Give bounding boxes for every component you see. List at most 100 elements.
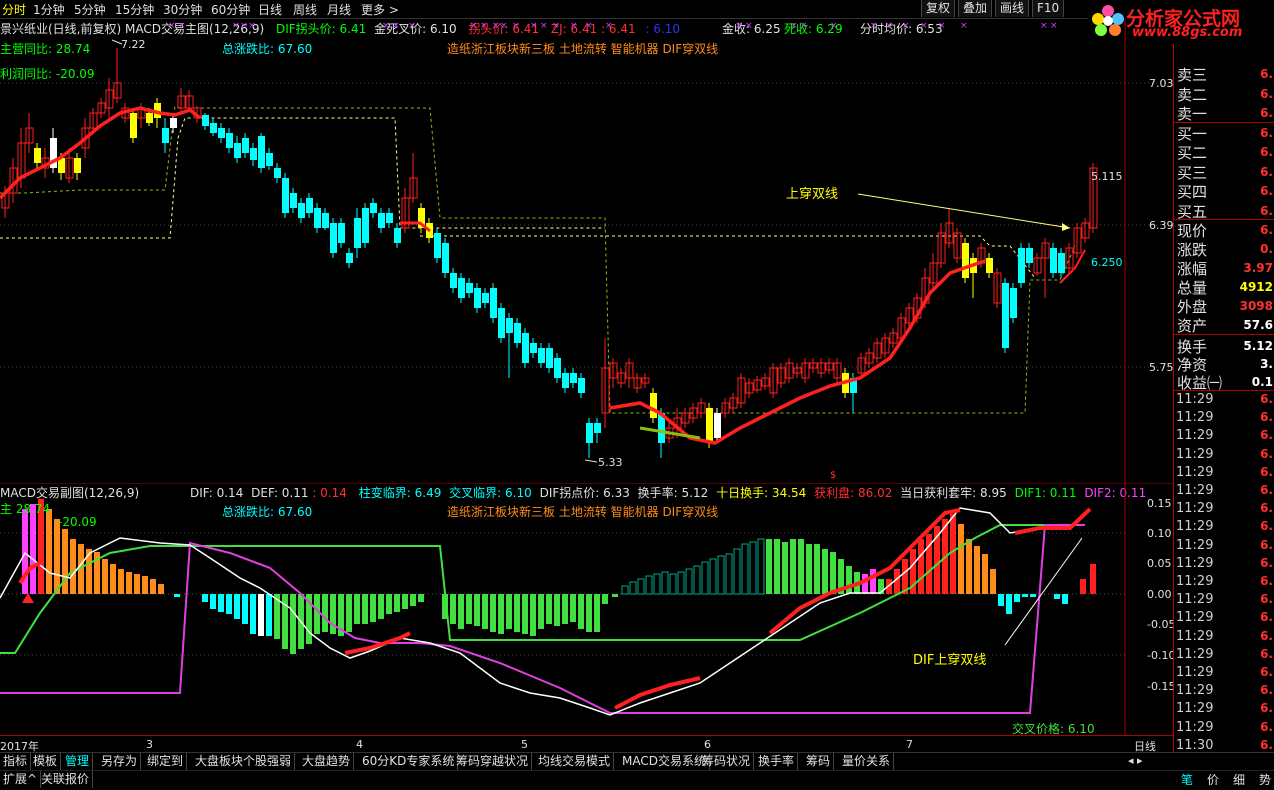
tick-time: 11:29 xyxy=(1176,446,1214,462)
macd-bar xyxy=(998,594,1004,606)
x-tick: 4 xyxy=(356,738,363,751)
tab-daily[interactable]: 日线 xyxy=(258,1,282,18)
candle-body xyxy=(706,408,713,443)
order-book-label: 买四 xyxy=(1177,183,1208,201)
candle-body xyxy=(442,243,449,273)
indicator-tab[interactable]: 大盘板块个股强弱 xyxy=(192,753,296,770)
macd-chart[interactable]: 0.150.100.050.00-0.05-0.10-0.15 主 28.74 … xyxy=(0,483,1173,735)
signal-marker-icon: × xyxy=(570,21,578,31)
macd-bar xyxy=(46,509,52,594)
candle-body xyxy=(458,278,465,298)
candle-body xyxy=(74,158,81,173)
order-book-label: 卖三 xyxy=(1177,66,1208,84)
indicator-tab[interactable]: MACD交易系统 xyxy=(619,753,710,770)
macd-bar xyxy=(330,594,336,634)
quote-row: 资产 57.6 xyxy=(1176,315,1274,335)
indicator-tab[interactable]: 换手率 xyxy=(755,753,799,770)
expand-button[interactable]: 扩展^ xyxy=(0,771,42,788)
candle-body xyxy=(370,203,377,213)
tab-weekly[interactable]: 周线 xyxy=(293,1,317,18)
tab-timeshare[interactable]: 分时 xyxy=(2,1,26,18)
order-book-value: 6. xyxy=(1260,106,1273,120)
order-book-row[interactable]: 卖一 6. xyxy=(1176,103,1274,123)
tick-price: 6. xyxy=(1260,610,1273,625)
quote-panel-tab[interactable]: 细 xyxy=(1233,771,1245,788)
macd-bar xyxy=(846,566,852,594)
tab-more[interactable]: 更多 > xyxy=(361,1,399,18)
macd-bar xyxy=(458,594,464,629)
order-book-row[interactable]: 买一 6. xyxy=(1176,123,1274,143)
order-book-row[interactable]: 卖二 6. xyxy=(1176,84,1274,104)
indicator-tab[interactable]: 筹码穿越状况 xyxy=(453,753,533,770)
quote-panel-tab[interactable]: 笔 xyxy=(1181,771,1193,788)
macd-bar xyxy=(546,594,552,624)
order-book-row[interactable]: 买二 6. xyxy=(1176,142,1274,162)
macd-bar xyxy=(594,594,600,632)
indicator-tab[interactable]: 指标 xyxy=(0,753,32,770)
tick-time: 11:29 xyxy=(1176,610,1214,626)
f10-button[interactable]: F10 xyxy=(1032,0,1065,17)
linked-quote-button[interactable]: 关联报价 xyxy=(38,771,94,788)
candle-body xyxy=(258,136,265,168)
tab-1min[interactable]: 1分钟 xyxy=(33,1,65,18)
order-book-row[interactable]: 买五 6. xyxy=(1176,201,1274,221)
order-book-value: 6. xyxy=(1260,145,1273,159)
tab-5min[interactable]: 5分钟 xyxy=(74,1,106,18)
indicator-tab[interactable]: 量价关系 xyxy=(839,753,895,770)
tab-15min[interactable]: 15分钟 xyxy=(115,1,154,18)
macd-bar xyxy=(757,538,765,595)
candles-group xyxy=(1,48,1098,458)
tick-price: 6. xyxy=(1260,519,1273,534)
macd-bar xyxy=(982,554,988,594)
macd-y-tick: 0.00 xyxy=(1147,588,1172,601)
macd-bar xyxy=(150,579,156,594)
order-book-value: 6. xyxy=(1260,125,1273,140)
candle-body xyxy=(250,148,257,160)
indicator-tab[interactable]: 筹码 xyxy=(803,753,835,770)
overlay-button[interactable]: 叠加 xyxy=(958,0,993,17)
tick-time: 11:29 xyxy=(1176,410,1214,426)
macd-bar xyxy=(974,546,980,594)
quote-value: 57.6 xyxy=(1243,318,1273,332)
quote-panel-tab[interactable]: 势 xyxy=(1259,771,1271,788)
signal-marker-icon: × xyxy=(745,21,753,31)
dif-red-overlay xyxy=(1014,507,1092,535)
indicator-tab[interactable]: 模板 xyxy=(30,753,62,770)
top-markers: × × × × × × × × × × × × × × × × × × × × × × × × × × × × × × × × xyxy=(168,21,1058,31)
candle-body xyxy=(466,283,473,293)
order-book-row[interactable]: 买四 6. xyxy=(1176,181,1274,201)
macd-bar xyxy=(790,539,796,594)
indicator-tab[interactable]: 筹码状况 xyxy=(699,753,755,770)
order-book-row[interactable]: 买三 6. xyxy=(1176,162,1274,182)
indicator-tab[interactable]: 均线交易模式 xyxy=(535,753,615,770)
scroll-arrows-icon[interactable]: ◂ ▸ xyxy=(1128,754,1143,767)
tab-60min[interactable]: 60分钟 xyxy=(211,1,250,18)
y-tick-label: 7.03 xyxy=(1149,77,1173,90)
macd-bar xyxy=(612,594,618,597)
restore-button[interactable]: 复权 xyxy=(921,0,956,17)
macd-bar xyxy=(498,594,504,634)
macd-y-tick: -0.05 xyxy=(1147,618,1173,631)
candle-body xyxy=(378,213,385,228)
macd-bar xyxy=(1090,564,1096,594)
quote-value: 3.97 xyxy=(1243,261,1273,275)
stat-value: 3. xyxy=(1260,357,1273,371)
indicator-tab[interactable]: 管理 xyxy=(62,753,94,770)
tab-monthly[interactable]: 月线 xyxy=(327,1,351,18)
draw-line-button[interactable]: 画线 xyxy=(995,0,1030,17)
indicator-tab[interactable]: 60分KD专家系统 xyxy=(359,753,459,770)
macd-bar xyxy=(118,569,124,594)
macd-bar xyxy=(242,594,248,624)
tab-30min[interactable]: 30分钟 xyxy=(163,1,202,18)
indicator-tab[interactable]: 绑定到 xyxy=(144,753,188,770)
order-book-row[interactable]: 卖三 6. xyxy=(1176,64,1274,84)
candle-body xyxy=(650,393,657,418)
macd-bar xyxy=(62,529,68,594)
macd-bar xyxy=(725,553,733,595)
tick-price: 6. xyxy=(1260,410,1273,425)
indicator-tab[interactable]: 大盘趋势 xyxy=(299,753,355,770)
indicator-tab[interactable]: 另存为 xyxy=(98,753,142,770)
candlestick-chart[interactable]: 7.03 6.39 5.75 7.22 5.33 5.115 6.250 上穿双… xyxy=(0,18,1173,483)
quote-panel-tab[interactable]: 价 xyxy=(1207,771,1219,788)
signal-marker-icon: × xyxy=(530,21,538,31)
